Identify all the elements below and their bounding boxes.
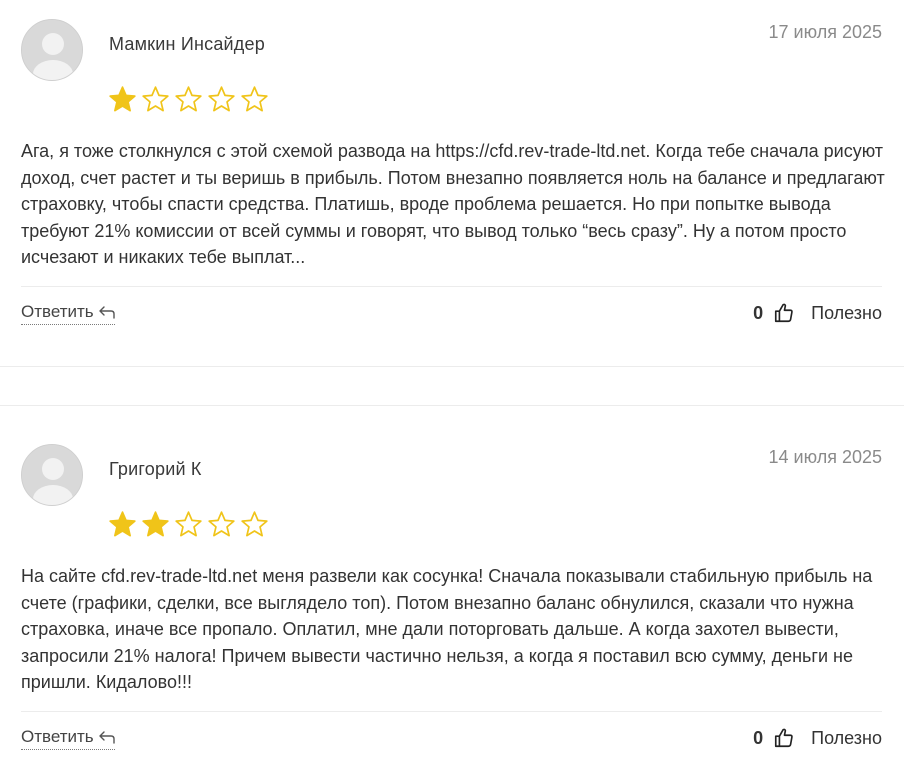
user-placeholder-icon [22, 445, 82, 505]
star-outline-icon [174, 85, 203, 114]
reply-button[interactable]: Ответить [21, 302, 115, 325]
rating-stars [108, 85, 269, 114]
section-divider [0, 366, 904, 367]
review-date: 14 июля 2025 [768, 447, 882, 467]
review-author: Григорий К [109, 459, 202, 479]
likes-block: 0 Полезно [753, 302, 882, 324]
divider [21, 286, 882, 287]
divider [21, 711, 882, 712]
like-count: 0 [753, 302, 764, 323]
reply-arrow-icon [98, 305, 115, 319]
review-text: Ага, я тоже столкнулся с этой схемой раз… [21, 141, 885, 267]
avatar [21, 19, 83, 81]
rating-stars [108, 510, 269, 539]
review-date: 17 июля 2025 [768, 22, 882, 42]
star-outline-icon [141, 85, 170, 114]
review-author: Мамкин Инсайдер [109, 34, 265, 54]
star-outline-icon [207, 85, 236, 114]
section-divider [0, 405, 904, 406]
star-outline-icon [240, 85, 269, 114]
reply-label: Ответить [21, 727, 94, 746]
likes-block: 0 Полезно [753, 727, 882, 749]
avatar [21, 444, 83, 506]
thumbs-up-icon[interactable] [773, 302, 795, 324]
star-outline-icon [174, 510, 203, 539]
star-filled-icon [108, 85, 137, 114]
user-placeholder-icon [22, 20, 82, 80]
star-filled-icon [108, 510, 137, 539]
reply-label: Ответить [21, 302, 94, 321]
reply-arrow-icon [98, 730, 115, 744]
star-outline-icon [240, 510, 269, 539]
star-outline-icon [207, 510, 236, 539]
like-count: 0 [753, 727, 764, 748]
star-filled-icon [141, 510, 170, 539]
thumbs-up-icon[interactable] [773, 727, 795, 749]
useful-button[interactable]: Полезно [811, 303, 882, 324]
review-text: На сайте cfd.rev-trade-ltd.net меня разв… [21, 566, 873, 692]
useful-button[interactable]: Полезно [811, 728, 882, 749]
reply-button[interactable]: Ответить [21, 727, 115, 750]
